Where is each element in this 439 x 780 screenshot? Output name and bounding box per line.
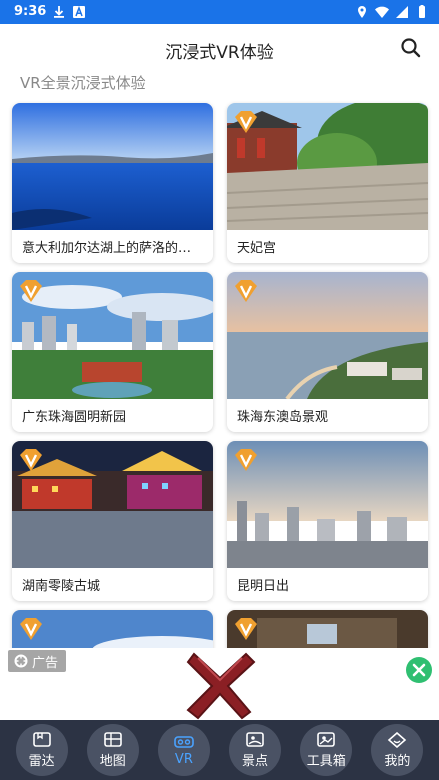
section-title: VR全景沉浸式体验 (20, 74, 146, 92)
vip-badge-icon (20, 449, 42, 471)
status-bar: 9:36 (0, 0, 439, 24)
wifi-icon (375, 6, 389, 19)
card-label: 天妃宫 (237, 241, 277, 256)
vr-card[interactable]: 珠海东澳岛景观 (227, 272, 428, 432)
nav-label: 地图 (99, 753, 126, 769)
vr-card[interactable]: 天妃宫 (227, 103, 428, 263)
vr-card[interactable]: 广东珠海圆明新园 (12, 272, 213, 432)
location-icon (358, 6, 366, 18)
nav-item-toolbox[interactable]: 工具箱 (300, 724, 353, 776)
vr-card[interactable]: 昆明日出 (227, 441, 428, 601)
bottom-nav: 雷达 地图 VR 景点 工具箱 我的 (0, 720, 439, 780)
nav-item-scenic[interactable]: 景点 (229, 724, 282, 776)
vip-badge-icon (235, 280, 257, 302)
radar-icon (32, 731, 51, 747)
vr-card[interactable]: 意大利加尔达湖上的萨洛的… (12, 103, 213, 263)
nav-label: VR (174, 751, 193, 767)
map-icon (103, 731, 122, 747)
vip-badge-icon (20, 618, 42, 640)
vr-card[interactable]: 湖南零陵古城 (12, 441, 213, 601)
nav-item-map[interactable]: 地图 (86, 724, 139, 776)
status-time: 9:36 (14, 4, 47, 19)
vip-badge-icon (235, 449, 257, 471)
card-image (12, 103, 213, 230)
nav-label: 工具箱 (306, 753, 346, 769)
toolbox-icon (317, 731, 336, 747)
vr-goggles-icon (174, 735, 194, 748)
nav-label: 景点 (242, 753, 269, 769)
nav-item-vr[interactable]: VR (157, 724, 210, 776)
profile-icon (388, 731, 407, 748)
card-label: 湖南零陵古城 (22, 579, 101, 594)
vip-badge-icon (235, 111, 257, 133)
card-label: 意大利加尔达湖上的萨洛的… (22, 241, 192, 256)
card-label: 昆明日出 (237, 579, 290, 594)
nav-label: 我的 (384, 753, 411, 769)
ad-tag-label: 广告 (32, 655, 59, 671)
ad-tag: 广告 (8, 650, 67, 672)
vip-badge-icon (20, 280, 42, 302)
close-circle-icon[interactable] (405, 656, 433, 684)
nav-item-radar[interactable]: 雷达 (15, 724, 68, 776)
card-label: 珠海东澳岛景观 (237, 410, 329, 425)
nav-item-profile[interactable]: 我的 (371, 724, 424, 776)
ad-banner[interactable]: 广告 (0, 648, 439, 720)
nav-label: 雷达 (28, 753, 55, 769)
a-icon (73, 5, 85, 18)
title-bar: 沉浸式VR体验 (0, 24, 439, 72)
red-x-icon (186, 652, 256, 720)
ad-logo-icon (14, 654, 28, 668)
signal-icon (396, 6, 408, 18)
battery-icon (419, 5, 425, 18)
card-label: 广东珠海圆明新园 (22, 410, 127, 425)
scenic-icon (246, 731, 264, 747)
download-icon (54, 6, 64, 18)
page-title: 沉浸式VR体验 (165, 43, 274, 63)
vip-badge-icon (235, 618, 257, 640)
search-icon[interactable] (399, 36, 423, 60)
